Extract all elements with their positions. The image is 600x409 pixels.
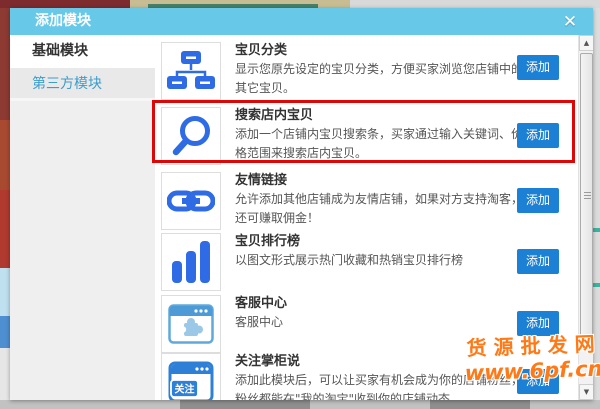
module-title: 关注掌柜说	[235, 353, 527, 371]
module-info: 关注掌柜说添加此模块后，可以让买家有机会成为你的店铺粉丝，粉丝都能在"我的淘宝"…	[235, 353, 527, 400]
sidebar-item-basic-modules[interactable]: 基础模块	[10, 35, 155, 68]
add-module-button[interactable]: 添加	[517, 55, 559, 80]
module-description: 显示您原先设定的宝贝分类，方便买家浏览您店铺中的其它宝贝。	[235, 60, 527, 98]
module-description: 客服中心	[235, 313, 527, 332]
add-module-button[interactable]: 添加	[517, 188, 559, 213]
scrollbar-grip-icon	[584, 192, 591, 200]
page-background-left	[0, 8, 10, 400]
add-module-dialog: 添加模块 ✕ 基础模块第三方模块 宝贝分类显示您原先设定的宝贝分类，方便买家浏览…	[10, 8, 593, 400]
sitemap-icon	[161, 42, 221, 100]
add-module-button[interactable]: 添加	[517, 311, 559, 336]
search-icon	[161, 107, 221, 165]
module-row: 友情链接允许添加其他店铺成为友情店铺，如果对方支持淘客，还可赚取佣金！添加	[161, 172, 575, 234]
module-info: 友情链接允许添加其他店铺成为友情店铺，如果对方支持淘客，还可赚取佣金！	[235, 172, 527, 228]
background-banner-fragment	[130, 0, 350, 8]
module-title: 客服中心	[235, 295, 527, 313]
module-description: 以图文形式展示热门收藏和热销宝贝排行榜	[235, 251, 527, 270]
module-category-sidebar: 基础模块第三方模块	[10, 35, 155, 400]
module-row: 宝贝分类显示您原先设定的宝贝分类，方便买家浏览您店铺中的其它宝贝。添加	[161, 42, 575, 104]
module-list: 宝贝分类显示您原先设定的宝贝分类，方便买家浏览您店铺中的其它宝贝。添加 搜索店内…	[155, 35, 578, 400]
close-icon[interactable]: ✕	[559, 11, 581, 33]
module-row: 宝贝排行榜以图文形式展示热门收藏和热销宝贝排行榜添加	[161, 233, 575, 295]
module-row: 客服中心客服中心添加	[161, 295, 575, 357]
svg-text:关注: 关注	[175, 383, 195, 396]
bar-chart-icon	[161, 233, 221, 291]
page-background-bottom	[0, 400, 600, 409]
dialog-titlebar: 添加模块 ✕	[10, 8, 593, 35]
module-info: 客服中心客服中心	[235, 295, 527, 332]
add-module-button[interactable]: 添加	[517, 249, 559, 274]
module-description: 允许添加其他店铺成为友情店铺，如果对方支持淘客，还可赚取佣金！	[235, 190, 527, 228]
module-row: 搜索店内宝贝添加一个店铺内宝贝搜索条，买家通过输入关键词、价格范围来搜索店内宝贝…	[161, 107, 575, 169]
background-photo-fragment	[0, 0, 130, 8]
page-background-top	[0, 0, 600, 8]
module-info: 搜索店内宝贝添加一个店铺内宝贝搜索条，买家通过输入关键词、价格范围来搜索店内宝贝…	[235, 107, 527, 163]
follow-window-icon: 关注	[161, 353, 221, 400]
link-icon	[161, 172, 221, 230]
module-info: 宝贝排行榜以图文形式展示热门收藏和热销宝贝排行榜	[235, 233, 527, 270]
module-info: 宝贝分类显示您原先设定的宝贝分类，方便买家浏览您店铺中的其它宝贝。	[235, 42, 527, 98]
module-row: 关注 关注掌柜说添加此模块后，可以让买家有机会成为你的店铺粉丝，粉丝都能在"我的…	[161, 353, 575, 400]
module-list-scrollbar[interactable]: ▲ ▼	[578, 35, 593, 400]
module-description: 添加一个店铺内宝贝搜索条，买家通过输入关键词、价格范围来搜索店内宝贝。	[235, 125, 527, 163]
page-background-right	[593, 8, 600, 400]
scroll-up-icon[interactable]: ▲	[579, 35, 593, 51]
scroll-down-icon[interactable]: ▼	[579, 384, 593, 400]
add-module-button[interactable]: 添加	[517, 123, 559, 148]
module-title: 宝贝排行榜	[235, 233, 527, 251]
add-module-button[interactable]: 添加	[517, 369, 559, 394]
module-title: 宝贝分类	[235, 42, 527, 60]
service-window-icon	[161, 295, 221, 353]
module-title: 搜索店内宝贝	[235, 107, 527, 125]
dialog-title: 添加模块	[35, 8, 91, 35]
module-title: 友情链接	[235, 172, 527, 190]
scrollbar-thumb[interactable]	[580, 53, 593, 336]
background-fragment	[350, 0, 600, 8]
sidebar-item-third-party-modules[interactable]: 第三方模块	[10, 68, 155, 101]
module-description: 添加此模块后，可以让买家有机会成为你的店铺粉丝，粉丝都能在"我的淘宝"收到你的店…	[235, 371, 527, 400]
